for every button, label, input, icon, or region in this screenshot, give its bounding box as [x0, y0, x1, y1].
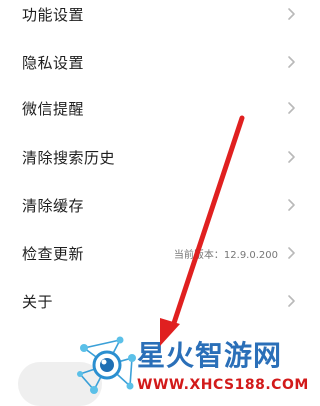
network-logo-icon	[77, 336, 136, 394]
settings-item-label: 清除缓存	[22, 196, 85, 215]
settings-item-label: 清除搜索历史	[22, 148, 116, 167]
settings-item-about[interactable]: 关于	[0, 277, 320, 325]
settings-item-check-update[interactable]: 检查更新 当前版本：12.9.0.200	[0, 229, 320, 277]
settings-item-privacy[interactable]: 隐私设置	[0, 38, 320, 86]
chevron-right-icon	[288, 8, 295, 20]
chevron-right-icon	[288, 102, 295, 114]
settings-item-label: 微信提醒	[22, 99, 85, 118]
watermark-title: 星火智游网	[137, 339, 283, 372]
settings-item-label: 关于	[22, 292, 54, 311]
watermark-url: WWW.XHCS188.COM	[137, 377, 309, 393]
settings-item-clear-search-history[interactable]: 清除搜索历史	[0, 133, 320, 181]
settings-item-function[interactable]: 功能设置	[0, 0, 320, 38]
settings-item-label: 隐私设置	[22, 53, 85, 72]
chevron-right-icon	[288, 56, 295, 68]
chevron-right-icon	[288, 199, 295, 211]
settings-item-wechat-reminder[interactable]: 微信提醒	[0, 84, 320, 132]
current-version-text: 当前版本：12.9.0.200	[173, 249, 278, 261]
settings-item-clear-cache[interactable]: 清除缓存	[0, 181, 320, 229]
settings-item-label: 功能设置	[22, 5, 85, 24]
chevron-right-icon	[288, 247, 295, 259]
chevron-right-icon	[288, 295, 295, 307]
chevron-right-icon	[288, 151, 295, 163]
settings-item-label: 检查更新	[22, 244, 85, 263]
